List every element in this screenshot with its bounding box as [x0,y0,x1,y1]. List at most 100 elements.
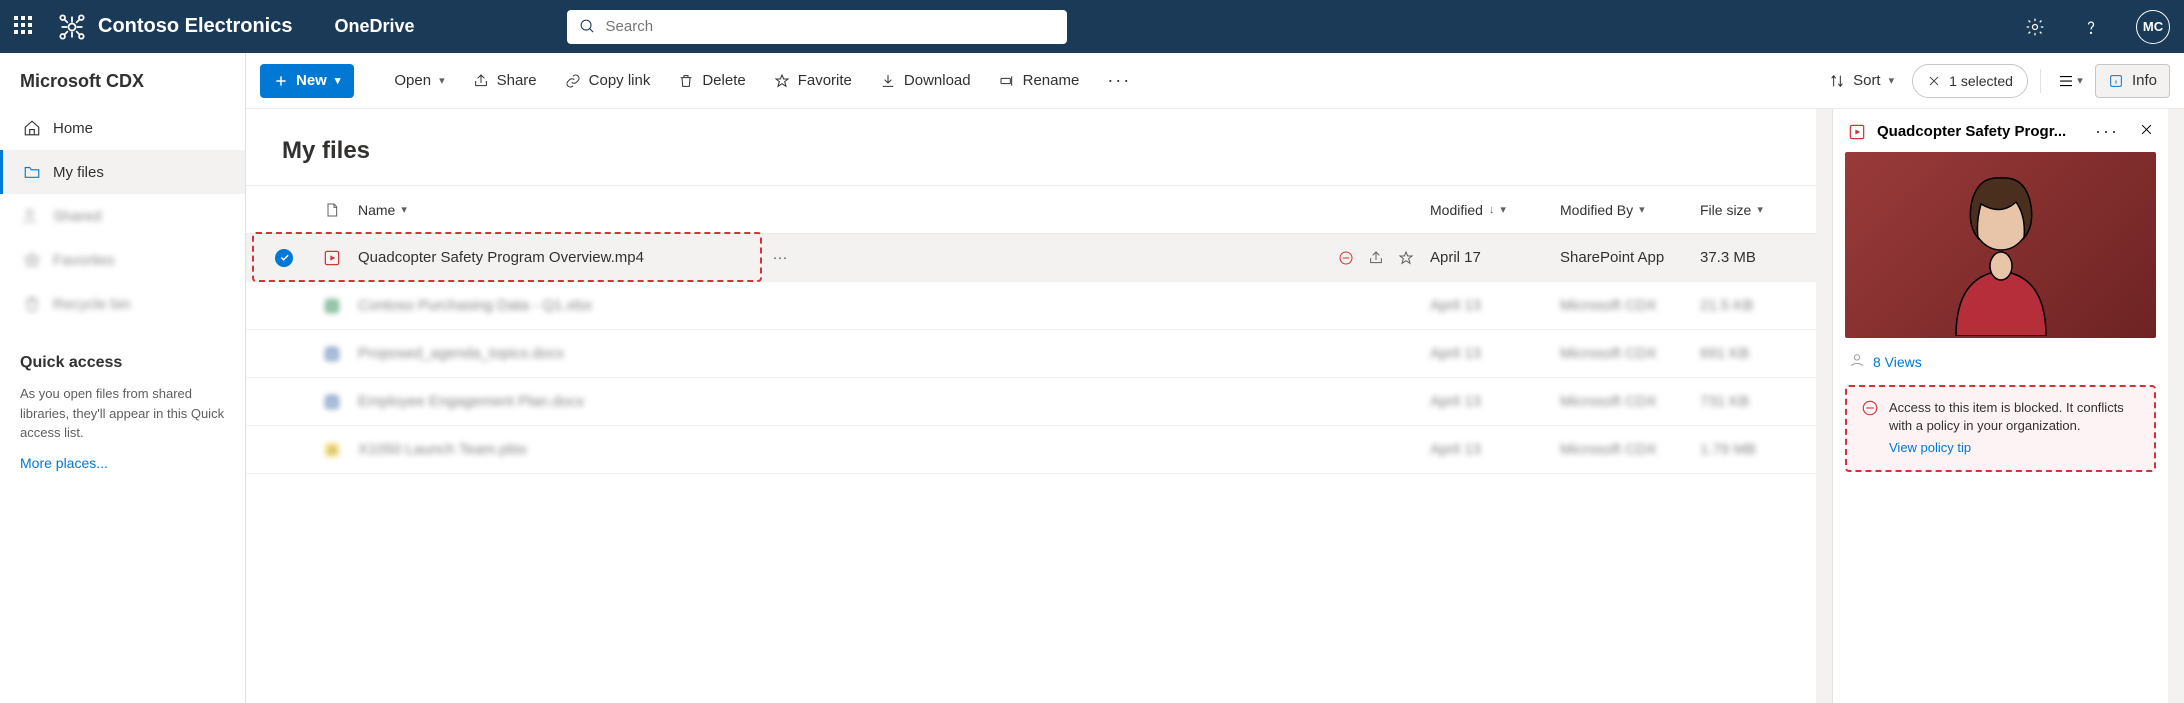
favorite-button[interactable]: Favorite [764,64,862,98]
delete-button[interactable]: Delete [668,64,755,98]
search-box[interactable] [567,10,1067,44]
column-name[interactable]: Name▾ [358,202,1430,218]
app-launcher-icon[interactable] [14,16,36,38]
details-pane: Quadcopter Safety Progr... ··· 8 Views [1832,109,2168,703]
trash-icon [678,73,694,89]
overflow-button[interactable]: ··· [1097,64,1141,98]
arrow-down-icon: ↓ [1489,204,1495,216]
info-icon [2108,73,2124,89]
chevron-down-icon: ▾ [1639,203,1645,216]
home-icon [23,119,41,137]
download-button[interactable]: Download [870,64,981,98]
video-thumbnail[interactable] [1845,152,2156,338]
column-modified-by[interactable]: Modified By▾ [1560,202,1700,218]
brand: Contoso Electronics [58,13,292,41]
selection-pill[interactable]: 1 selected [1912,64,2028,98]
chevron-down-icon: ▾ [439,74,445,87]
copy-link-button[interactable]: Copy link [555,64,661,98]
quick-access-title: Quick access [0,326,245,378]
chevron-down-icon: ▾ [401,203,407,216]
more-icon[interactable]: ··· [2095,121,2119,142]
help-icon[interactable] [2074,10,2108,44]
sidebar-item-label: Recycle bin [53,296,131,313]
share-button[interactable]: Share [463,64,547,98]
policy-alert: Access to this item is blocked. It confl… [1845,385,2156,472]
table-row[interactable]: Quadcopter Safety Program Overview.mp4 ·… [246,234,1816,282]
search-icon [579,18,596,35]
new-button-label: New [296,72,327,89]
views-count: 8 Views [1873,354,1922,370]
chevron-down-icon: ▾ [335,74,341,87]
file-name[interactable]: Contoso Purchasing Data - Q1.xlsx [358,297,592,314]
quick-access-help: As you open files from shared libraries,… [0,378,245,449]
file-name[interactable]: Proposed_agenda_topics.docx [358,345,564,362]
download-icon [880,73,896,89]
share-icon[interactable] [1364,246,1388,270]
sidebar-item-recycle[interactable]: Recycle bin [0,282,245,326]
video-file-icon [1847,122,1867,142]
table-row[interactable]: Contoso Purchasing Data - Q1.xlsx April … [246,282,1816,330]
sidebar-item-label: My files [53,164,104,181]
row-more-icon[interactable]: ··· [766,249,794,266]
sidebar-item-home[interactable]: Home [0,106,245,150]
star-icon[interactable] [1394,246,1418,270]
scrollbar[interactable] [1816,109,1832,703]
file-name[interactable]: Quadcopter Safety Program Overview.mp4 [358,249,644,266]
video-file-icon [322,248,342,268]
tenant-title: Microsoft CDX [0,71,245,106]
sidebar-item-label: Home [53,120,93,137]
star-icon [774,73,790,89]
cell-modified: April 17 [1430,249,1560,266]
sidebar-item-favorites[interactable]: Favorites [0,238,245,282]
word-file-icon [322,392,342,412]
file-list: Name▾ Modified↓▾ Modified By▾ File size▾… [246,185,1816,474]
clear-icon[interactable] [1927,74,1941,88]
app-name[interactable]: OneDrive [334,16,414,37]
table-row[interactable]: Proposed_agenda_topics.docx April 13 Mic… [246,330,1816,378]
scrollbar[interactable] [2168,109,2184,703]
page-title: My files [246,137,1816,185]
row-checkbox[interactable] [275,249,293,267]
file-name[interactable]: X1050 Launch Team.pbix [358,441,527,458]
blocked-icon[interactable] [1334,246,1358,270]
alert-text: Access to this item is blocked. It confl… [1889,400,2124,433]
selection-count: 1 selected [1949,73,2013,89]
rename-icon [999,73,1015,89]
blocked-icon [1861,399,1879,458]
table-row[interactable]: X1050 Launch Team.pbix April 13 Microsof… [246,426,1816,474]
share-icon [473,73,489,89]
sidebar-item-shared[interactable]: Shared [0,194,245,238]
view-options-button[interactable]: ▾ [2053,64,2087,98]
chevron-down-icon: ▾ [1757,203,1763,216]
policy-tip-link[interactable]: View policy tip [1889,439,2140,457]
excel-file-icon [322,296,342,316]
file-list-area: My files Name▾ Modified↓▾ Modified By▾ F… [246,109,1816,703]
close-icon[interactable] [2139,122,2154,142]
trash-icon [23,295,41,313]
link-icon [565,73,581,89]
sidebar-item-myfiles[interactable]: My files [0,150,245,194]
user-avatar[interactable]: MC [2136,10,2170,44]
table-row[interactable]: Employee Engagement Plan.docx April 13 M… [246,378,1816,426]
chevron-down-icon: ▾ [1889,74,1895,87]
sidebar-item-label: Favorites [53,252,115,269]
rename-button[interactable]: Rename [989,64,1090,98]
cell-modified-by: SharePoint App [1560,249,1700,266]
file-icon [324,201,340,219]
settings-icon[interactable] [2018,10,2052,44]
column-modified[interactable]: Modified↓▾ [1430,202,1560,218]
column-size[interactable]: File size▾ [1700,202,1800,218]
details-title: Quadcopter Safety Progr... [1877,123,2085,140]
person-icon [1849,352,1865,371]
views-row[interactable]: 8 Views [1833,338,2168,385]
chevron-down-icon: ▾ [1500,203,1506,216]
app-header: Contoso Electronics OneDrive MC [0,0,2184,53]
more-places-link[interactable]: More places... [0,449,245,477]
list-view-icon [2057,72,2075,90]
sort-button[interactable]: Sort▾ [1819,64,1904,98]
file-name[interactable]: Employee Engagement Plan.docx [358,393,584,410]
open-button[interactable]: Open▾ [384,64,454,98]
new-button[interactable]: New ▾ [260,64,354,98]
info-button[interactable]: Info [2095,64,2170,98]
search-input[interactable] [606,18,1055,35]
